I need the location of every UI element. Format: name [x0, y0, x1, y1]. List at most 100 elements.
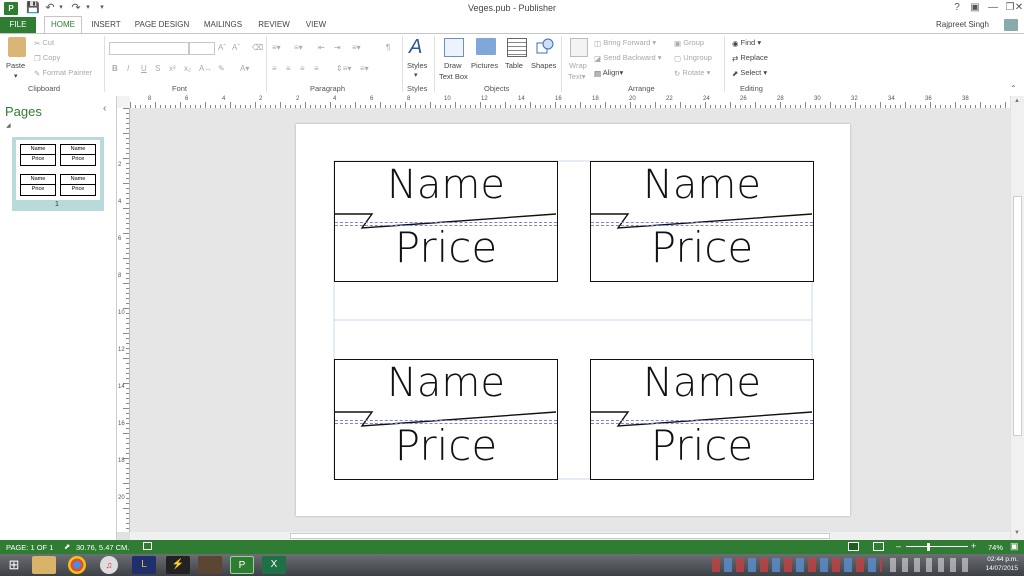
font-name-combo[interactable]: [109, 42, 189, 55]
align-button[interactable]: ▤ Align▾: [594, 68, 623, 78]
excel-taskbar-icon[interactable]: X: [262, 556, 286, 574]
increase-indent-icon[interactable]: ⇥: [334, 43, 341, 52]
shapes-button[interactable]: Shapes: [531, 61, 556, 70]
numbering-icon[interactable]: ≡▾: [294, 43, 303, 52]
league-icon[interactable]: L: [132, 556, 156, 574]
cut-button[interactable]: ✂ Cut: [34, 38, 54, 48]
decrease-indent-icon[interactable]: ⇤: [318, 43, 325, 52]
label-box[interactable]: Name Price: [590, 161, 814, 282]
align-right-icon[interactable]: ≡: [300, 64, 305, 73]
system-tray-icons[interactable]: [712, 558, 882, 572]
taskbar-date[interactable]: 14/07/2015: [982, 565, 1018, 572]
scroll-down-icon[interactable]: ▼: [1014, 530, 1020, 536]
minimize-button[interactable]: —: [986, 1, 1000, 15]
draw-text-box-button-line1[interactable]: Draw: [444, 61, 462, 70]
bring-forward-button[interactable]: ◫ Bring Forward ▾: [594, 38, 656, 48]
subscript-icon[interactable]: x₂: [184, 64, 191, 73]
zoom-out-button[interactable]: –: [896, 541, 901, 551]
tab-file[interactable]: FILE: [0, 17, 36, 33]
font-size-combo[interactable]: [189, 42, 215, 55]
ungroup-button[interactable]: ▢ Ungroup: [674, 53, 712, 63]
itunes-icon[interactable]: ♫: [100, 556, 118, 574]
label-price[interactable]: Price: [591, 422, 813, 470]
tab-home[interactable]: HOME: [44, 16, 82, 33]
align-center-icon[interactable]: ≡: [286, 64, 291, 73]
label-name[interactable]: Name: [335, 162, 557, 208]
object-size-icon[interactable]: [143, 542, 152, 550]
page-number-status[interactable]: PAGE: 1 OF 1: [6, 543, 53, 552]
paste-icon[interactable]: [8, 37, 26, 57]
single-page-view-icon[interactable]: [848, 542, 859, 551]
tab-view[interactable]: VIEW: [302, 17, 330, 33]
styles-button[interactable]: Styles: [407, 61, 427, 70]
line-spacing-before-icon[interactable]: ≡▾: [352, 43, 361, 52]
collapse-pages-pane-button[interactable]: ‹: [103, 103, 106, 114]
italic-icon[interactable]: I: [127, 64, 129, 73]
label-price[interactable]: Price: [591, 224, 813, 272]
zoom-level[interactable]: 74%: [988, 543, 1003, 552]
paste-dropdown-icon[interactable]: ▾: [14, 72, 18, 80]
paragraph-marks-icon[interactable]: ¶: [386, 43, 390, 52]
small-caps-icon[interactable]: S: [155, 64, 160, 73]
shrink-font-icon[interactable]: Aˇ: [232, 43, 240, 52]
zoom-slider-thumb[interactable]: [927, 543, 930, 551]
find-button[interactable]: ◉ Find ▾: [732, 38, 761, 48]
table-icon[interactable]: [507, 38, 527, 57]
align-left-icon[interactable]: ≡: [272, 64, 277, 73]
pictures-button[interactable]: Pictures: [471, 61, 498, 70]
tab-mailings[interactable]: MAILINGS: [200, 17, 246, 33]
clear-formatting-icon[interactable]: ⌫: [252, 43, 263, 52]
tab-insert[interactable]: INSERT: [88, 17, 124, 33]
rotate-button[interactable]: ↻ Rotate ▾: [674, 68, 710, 78]
tab-page-design[interactable]: PAGE DESIGN: [134, 17, 190, 33]
send-backward-button[interactable]: ◪ Send Backward ▾: [594, 53, 662, 63]
label-box[interactable]: Name Price: [334, 359, 558, 480]
text-highlight-icon[interactable]: ✎: [218, 64, 225, 73]
wrap-text-button-line2[interactable]: Text▾: [568, 72, 586, 81]
collapse-ribbon-icon[interactable]: ⌃: [1010, 84, 1017, 93]
vertical-scrollbar[interactable]: ▲ ▼: [1011, 96, 1024, 540]
game-app-icon[interactable]: [198, 556, 222, 574]
zoom-slider[interactable]: [906, 546, 968, 547]
chrome-icon[interactable]: [68, 556, 86, 574]
horizontal-scroll-thumb[interactable]: [290, 533, 830, 539]
bullets-icon[interactable]: ≡▾: [272, 43, 281, 52]
taskbar-time[interactable]: 02:44 p.m.: [982, 556, 1018, 563]
user-name[interactable]: Rajpreet Singh: [936, 20, 989, 29]
user-avatar[interactable]: [1004, 19, 1018, 31]
superscript-icon[interactable]: x²: [169, 64, 176, 73]
draw-text-box-icon[interactable]: [444, 38, 464, 57]
pictures-icon[interactable]: [476, 38, 496, 55]
sticky-app-icon[interactable]: ⚡: [166, 556, 190, 574]
line-spacing-icon[interactable]: ⇕≡▾: [336, 64, 351, 73]
select-button[interactable]: ⬈ Select ▾: [732, 68, 767, 78]
file-explorer-icon[interactable]: [32, 556, 56, 574]
copy-button[interactable]: ❐ Copy: [34, 53, 60, 63]
zoom-in-button[interactable]: +: [971, 541, 976, 551]
wrap-text-button-line1[interactable]: Wrap: [569, 61, 587, 70]
start-button-icon[interactable]: ⊞: [2, 556, 26, 574]
label-box[interactable]: Name Price: [590, 359, 814, 480]
horizontal-scrollbar[interactable]: [130, 532, 1010, 540]
styles-dropdown-icon[interactable]: ▾: [414, 71, 418, 79]
replace-button[interactable]: ⇄ Replace: [732, 53, 768, 63]
styles-icon[interactable]: A: [409, 36, 422, 59]
label-name[interactable]: Name: [335, 360, 557, 406]
font-color-icon[interactable]: A▾: [240, 64, 249, 73]
character-spacing-icon[interactable]: A↔: [199, 64, 212, 73]
tab-review[interactable]: REVIEW: [256, 17, 292, 33]
label-box[interactable]: Name Price: [334, 161, 558, 282]
underline-icon[interactable]: U: [141, 64, 147, 73]
draw-text-box-button-line2[interactable]: Text Box: [439, 72, 468, 81]
paragraph-spacing-icon[interactable]: ≡▾: [360, 64, 369, 73]
grow-font-icon[interactable]: Aˆ: [218, 43, 226, 52]
label-name[interactable]: Name: [591, 360, 813, 406]
table-button[interactable]: Table: [505, 61, 523, 70]
two-page-view-icon[interactable]: [873, 542, 884, 551]
tray-status-icons[interactable]: [890, 558, 970, 572]
fit-page-icon[interactable]: ▣: [1010, 541, 1019, 552]
wrap-text-icon[interactable]: [570, 38, 588, 57]
justify-icon[interactable]: ≡: [314, 64, 319, 73]
close-button[interactable]: ✕: [1014, 1, 1024, 15]
group-button[interactable]: ▣ Group: [674, 38, 704, 48]
